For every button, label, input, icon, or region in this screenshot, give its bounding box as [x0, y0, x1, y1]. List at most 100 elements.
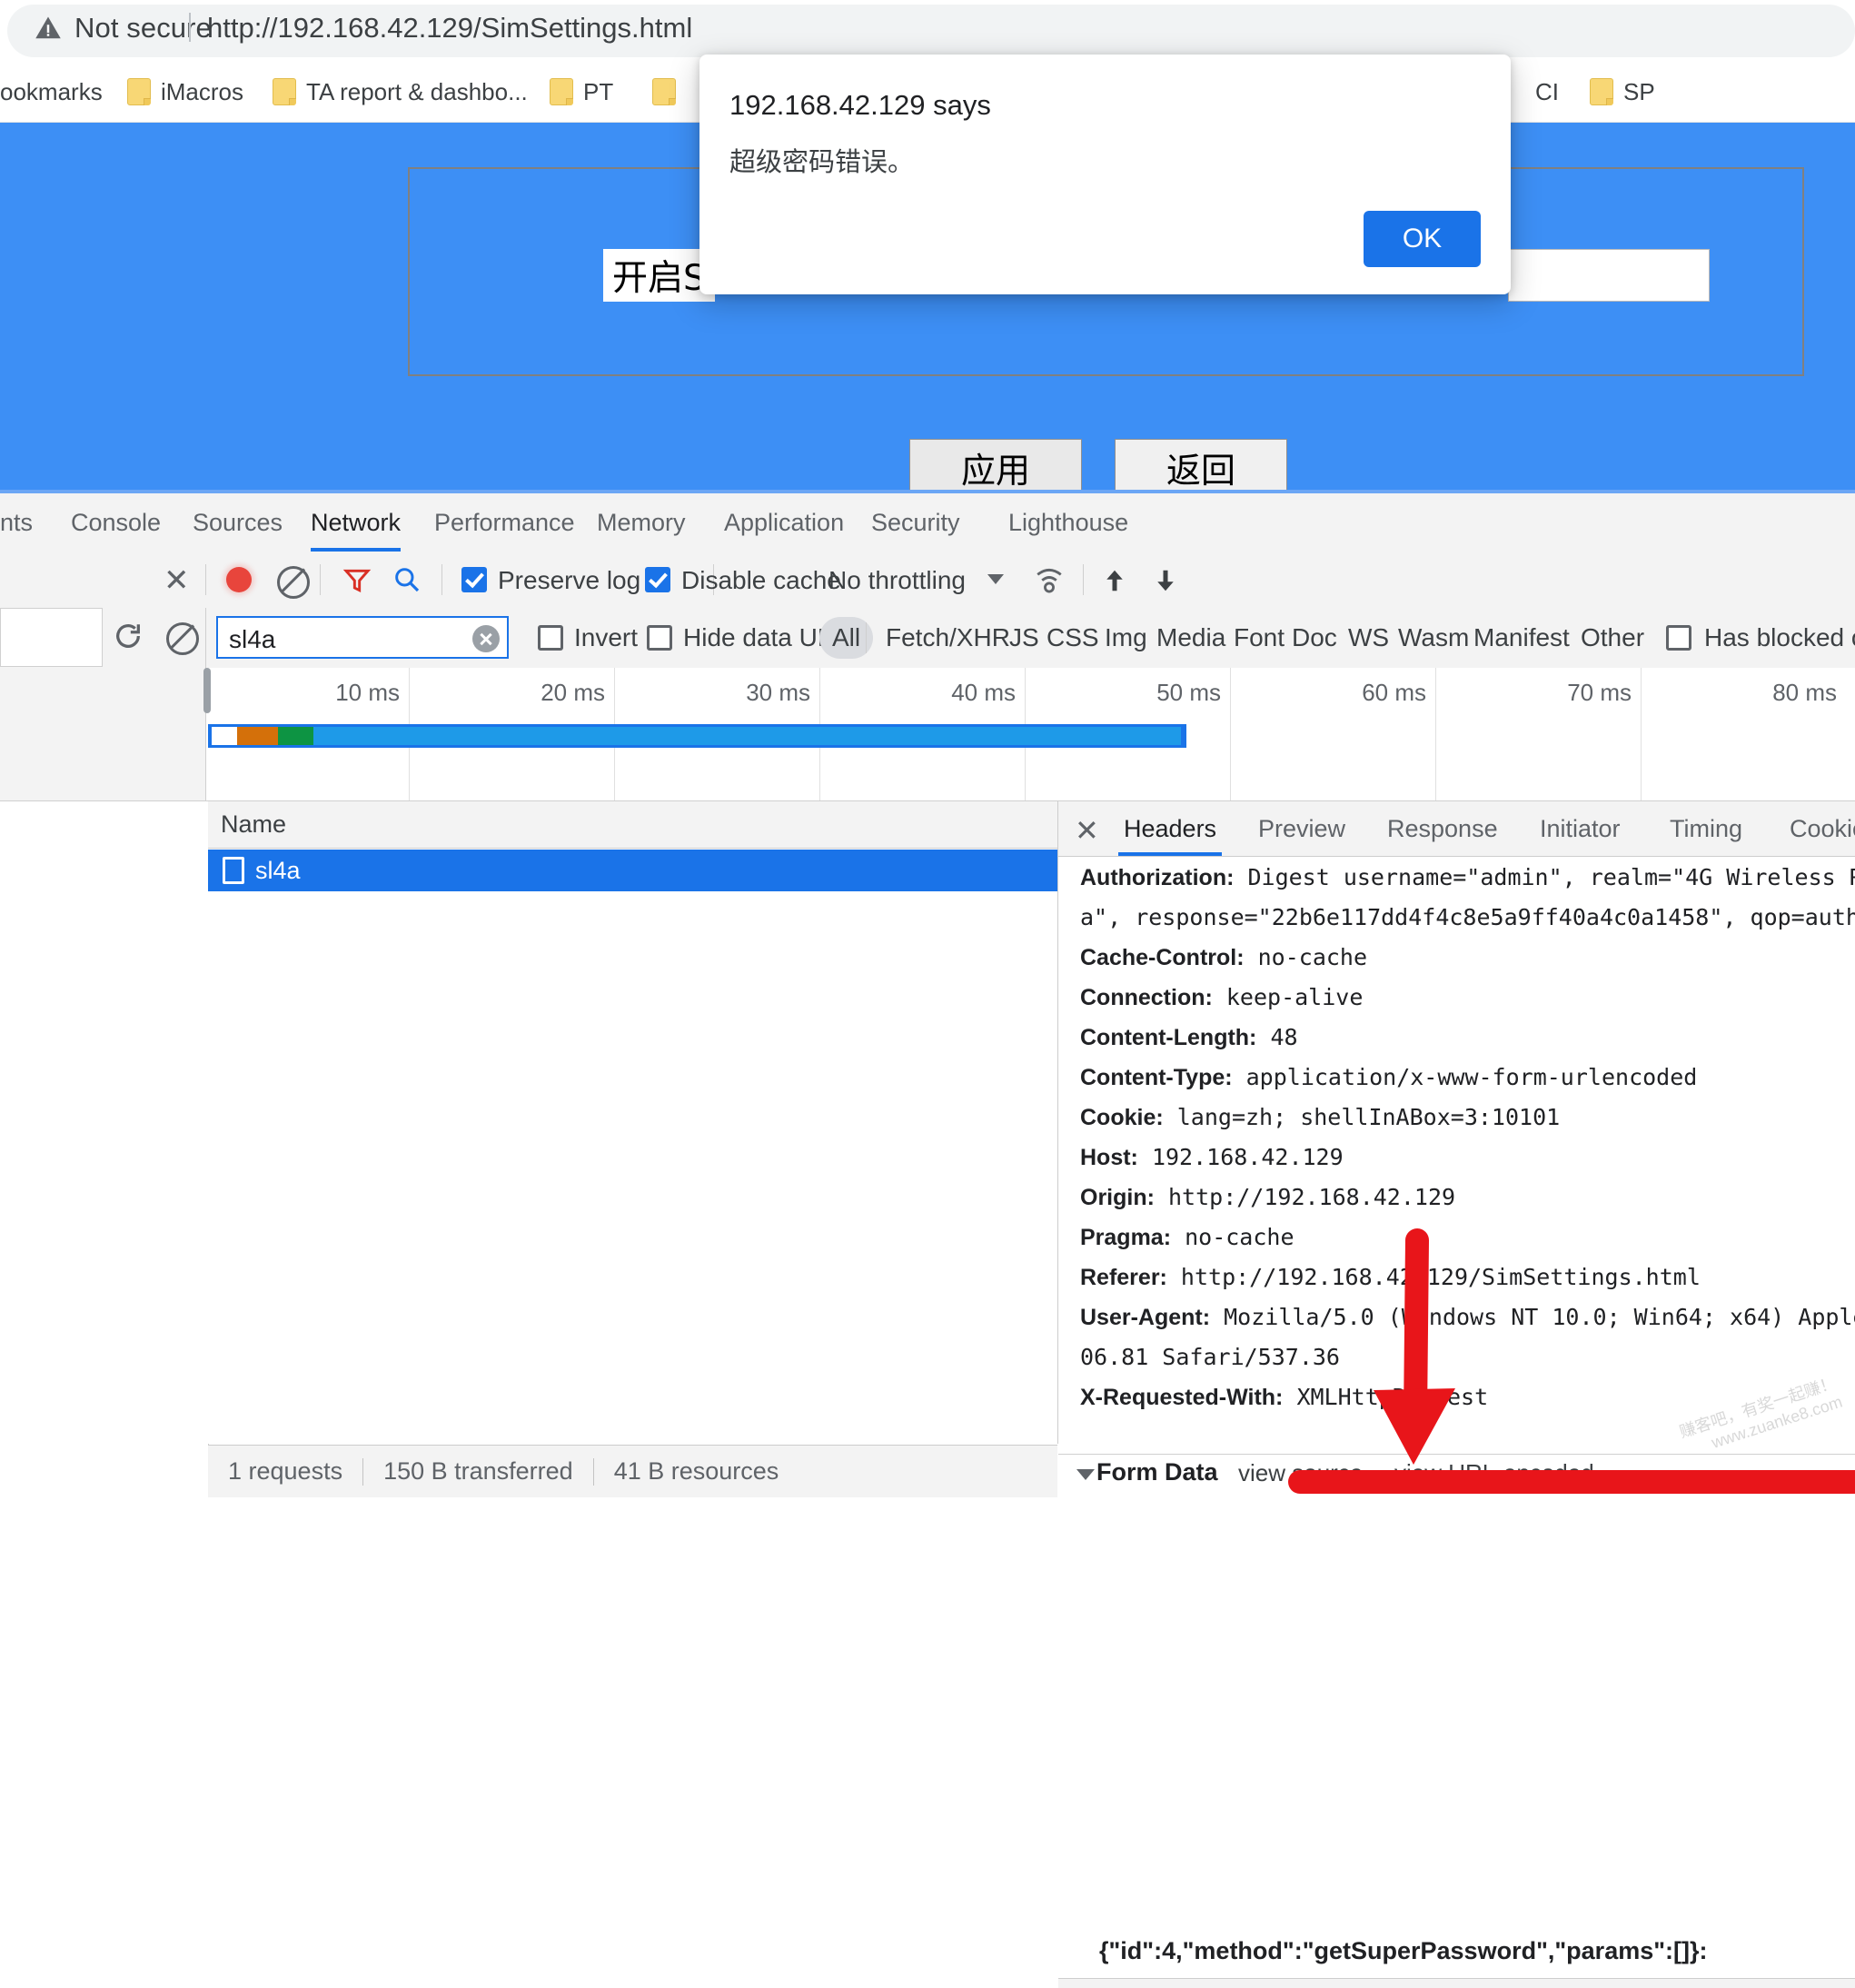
overview-tick: 60 ms: [1362, 679, 1426, 706]
header-value: application/x-www-form-urlencoded: [1232, 1064, 1698, 1090]
tab-preview[interactable]: Preview: [1258, 801, 1345, 856]
filter-type-doc[interactable]: Doc: [1292, 608, 1337, 668]
view-source-link[interactable]: view source: [1238, 1459, 1363, 1487]
filter-type-ws[interactable]: WS: [1348, 608, 1389, 668]
tab-elements[interactable]: nts: [0, 493, 33, 552]
tab-headers[interactable]: Headers: [1117, 801, 1223, 856]
bookmark-item[interactable]: SP: [1590, 62, 1655, 122]
requests-pane: Name sl4a: [208, 801, 1058, 1444]
overview-tick: 10 ms: [335, 679, 400, 706]
overview-tick: 30 ms: [746, 679, 810, 706]
folder-icon: [127, 78, 151, 105]
filter-input[interactable]: sl4a: [216, 616, 509, 659]
header-key: Host:: [1080, 1145, 1138, 1170]
record-icon[interactable]: [226, 567, 252, 592]
header-key: User-Agent:: [1080, 1305, 1211, 1330]
invert-label: Invert: [574, 623, 639, 651]
browser-toolbar: Not secure http://192.168.42.129/SimSett…: [0, 0, 1855, 62]
header-value: lang=zh; shellInABox=3:10101: [1163, 1104, 1561, 1130]
screenshot-root: Not secure http://192.168.42.129/SimSett…: [0, 0, 1855, 1988]
hide-data-urls-checkbox[interactable]: [647, 625, 672, 651]
header-key: Origin:: [1080, 1185, 1155, 1210]
tab-initiator[interactable]: Initiator: [1540, 801, 1621, 856]
header-row: Referer: http://192.168.42.129/SimSettin…: [1080, 1264, 1701, 1291]
tab-console[interactable]: Console: [71, 493, 161, 552]
network-toolbar: ✕ Preserve log Disable cache No throttli…: [0, 552, 1855, 609]
document-icon: [223, 857, 244, 884]
filter-type-img[interactable]: Img: [1105, 608, 1147, 668]
tab-sources[interactable]: Sources: [193, 493, 283, 552]
tab-cookies[interactable]: Cookies: [1790, 801, 1855, 856]
bookmark-item[interactable]: ookmarks: [0, 62, 103, 122]
bookmark-item[interactable]: CI: [1535, 62, 1559, 122]
bookmark-label: CI: [1535, 77, 1559, 105]
network-conditions-icon[interactable]: [1033, 564, 1066, 595]
filter-type-css[interactable]: CSS: [1047, 608, 1099, 668]
tab-timing[interactable]: Timing: [1670, 801, 1742, 856]
status-resources: 41 B resources: [613, 1457, 779, 1485]
bookmark-item[interactable]: PT: [550, 62, 613, 122]
preserve-log-checkbox[interactable]: [461, 567, 487, 592]
header-value: 06.81 Safari/537.36: [1080, 1344, 1340, 1370]
back-button[interactable]: 返回: [1115, 439, 1287, 490]
filter-type-font[interactable]: Font: [1234, 608, 1285, 668]
header-key: X-Requested-With:: [1080, 1385, 1284, 1410]
header-value: 48: [1256, 1024, 1298, 1050]
header-row: a", response="22b6e117dd4f4c8e5a9ff40a4c…: [1080, 904, 1855, 931]
close-icon[interactable]: ✕: [164, 562, 190, 599]
request-name: sl4a: [255, 856, 301, 884]
close-icon[interactable]: ✕: [1075, 813, 1099, 848]
url-text[interactable]: http://192.168.42.129/SimSettings.html: [207, 12, 692, 45]
dialog-message: 超级密码错误。: [729, 146, 915, 177]
bookmark-label: TA report & dashbo...: [306, 77, 528, 105]
view-url-encoded-link[interactable]: view URL-encoded: [1394, 1459, 1594, 1487]
header-row: X-Requested-With: XMLHttpRequest: [1080, 1384, 1488, 1411]
clear-icon[interactable]: [166, 622, 199, 655]
filter-type-wasm[interactable]: Wasm: [1398, 608, 1469, 668]
table-row[interactable]: sl4a: [208, 850, 1057, 891]
dialog-ok-button[interactable]: OK: [1364, 211, 1481, 267]
import-har-icon[interactable]: [1101, 564, 1128, 597]
clear-icon[interactable]: [277, 566, 310, 599]
filter-type-other[interactable]: Other: [1581, 608, 1644, 668]
apply-button[interactable]: 应用: [909, 439, 1082, 490]
request-details-pane: ✕ Headers Preview Response Initiator Tim…: [1058, 801, 1855, 1497]
overview-scroll-handle[interactable]: [203, 668, 211, 713]
tab-lighthouse[interactable]: Lighthouse: [1008, 493, 1128, 552]
filter-type-js[interactable]: JS: [1009, 608, 1039, 668]
password-input[interactable]: [1508, 249, 1710, 302]
throttling-select[interactable]: No throttling: [828, 566, 966, 595]
chevron-down-icon[interactable]: [987, 574, 1004, 584]
tab-network[interactable]: Network: [311, 493, 402, 552]
clear-filter-icon[interactable]: [472, 625, 500, 652]
search-icon[interactable]: [392, 565, 422, 594]
network-overview: 10 ms 20 ms 30 ms 40 ms 50 ms 60 ms 70 m…: [0, 668, 1855, 801]
header-row: Content-Type: application/x-www-form-url…: [1080, 1064, 1697, 1091]
invert-checkbox[interactable]: [538, 625, 563, 651]
folder-icon: [273, 78, 296, 105]
tab-memory[interactable]: Memory: [597, 493, 686, 552]
status-requests: 1 requests: [228, 1457, 343, 1485]
reload-icon[interactable]: [113, 621, 144, 651]
tab-application[interactable]: Application: [724, 493, 844, 552]
header-key: Referer:: [1080, 1265, 1167, 1290]
has-blocked-cookies-checkbox[interactable]: [1666, 625, 1691, 651]
bookmark-item[interactable]: [652, 62, 686, 122]
tab-response[interactable]: Response: [1387, 801, 1498, 856]
bookmark-label: PT: [583, 77, 614, 105]
filter-icon[interactable]: [342, 566, 372, 595]
filter-type-fetch-xhr[interactable]: Fetch/XHR: [886, 608, 1010, 668]
header-key: Cache-Control:: [1080, 945, 1245, 970]
bookmark-item[interactable]: TA report & dashbo...: [273, 62, 528, 122]
tab-performance[interactable]: Performance: [434, 493, 575, 552]
filter-type-manifest[interactable]: Manifest: [1473, 608, 1570, 668]
header-row: Origin: http://192.168.42.129: [1080, 1184, 1455, 1211]
export-har-icon[interactable]: [1152, 564, 1179, 597]
bookmark-item[interactable]: iMacros: [127, 62, 243, 122]
filter-type-media[interactable]: Media: [1156, 608, 1225, 668]
tab-security[interactable]: Security: [871, 493, 960, 552]
chevron-down-icon[interactable]: [1076, 1469, 1095, 1480]
requests-column-header[interactable]: Name: [208, 801, 1057, 849]
header-value: XMLHttpRequest: [1283, 1384, 1489, 1410]
disable-cache-checkbox[interactable]: [645, 567, 670, 592]
